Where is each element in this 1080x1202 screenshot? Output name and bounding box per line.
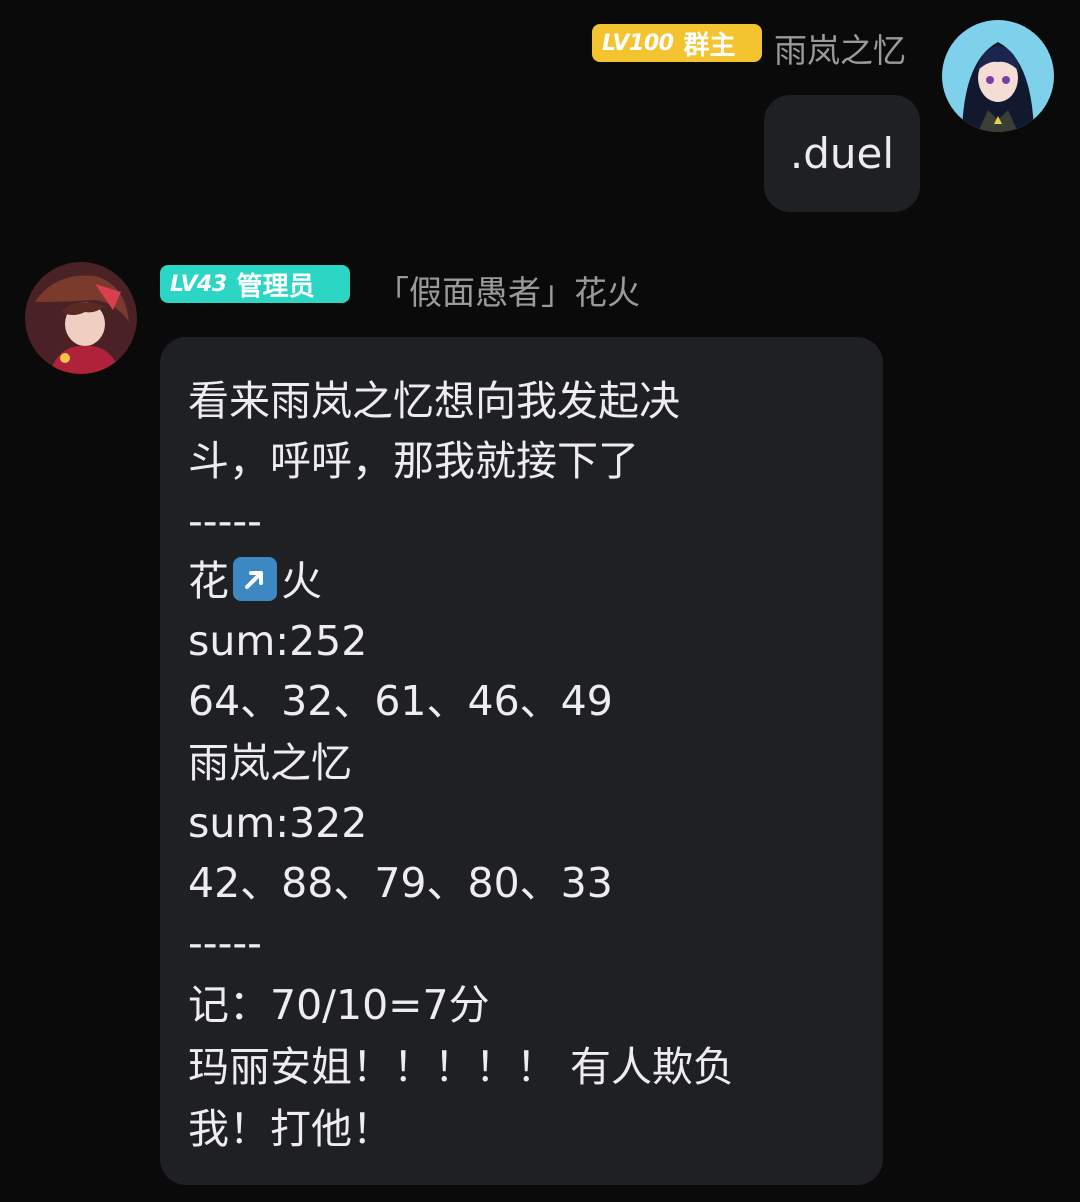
level-badge-admin: LV43 管理员 xyxy=(160,265,350,303)
message-line: 42、88、79、80、33 xyxy=(188,859,613,907)
message-line-with-emoji: 花火 xyxy=(188,551,322,611)
message-bubble[interactable]: .duel xyxy=(764,95,920,212)
message-line: 64、32、61、46、49 xyxy=(188,677,613,725)
level-text: LV100 xyxy=(602,30,674,56)
message-text: .duel xyxy=(789,129,895,178)
name-prefix: 花 xyxy=(188,557,229,605)
role-text: 管理员 xyxy=(236,271,315,302)
message-bubble[interactable]: 看来雨岚之忆想向我发起决 斗，呼呼，那我就接下了 ----- 花火 sum:25… xyxy=(160,337,883,1185)
user-avatar-left[interactable] xyxy=(25,262,137,374)
message-line: 看来雨岚之忆想向我发起决 xyxy=(188,377,680,425)
message-line: 雨岚之忆 xyxy=(188,739,352,787)
level-badge-owner: LV100 群主 xyxy=(592,24,762,62)
sender-nickname: 「假面愚者」花火 xyxy=(376,273,640,312)
message-line: sum:252 xyxy=(188,617,368,665)
avatar-image xyxy=(942,20,1054,132)
up-right-arrow-icon xyxy=(233,557,277,601)
message-line: ----- xyxy=(188,919,262,967)
message-line: 玛丽安姐！！！！！ 有人欺负 xyxy=(188,1043,735,1091)
message-line: sum:322 xyxy=(188,799,368,847)
name-suffix: 火 xyxy=(281,557,322,605)
message-line: 记：70/10=7分 xyxy=(188,981,490,1029)
avatar-image xyxy=(25,262,137,374)
message-line: 斗，呼呼，那我就接下了 xyxy=(188,437,639,485)
message-line: 我！打他！ xyxy=(188,1105,393,1153)
role-text: 群主 xyxy=(683,30,736,61)
message-line: ----- xyxy=(188,497,262,545)
level-text: LV43 xyxy=(170,271,227,297)
user-avatar-right[interactable] xyxy=(942,20,1054,132)
sender-nickname: 雨岚之忆 xyxy=(774,31,906,70)
